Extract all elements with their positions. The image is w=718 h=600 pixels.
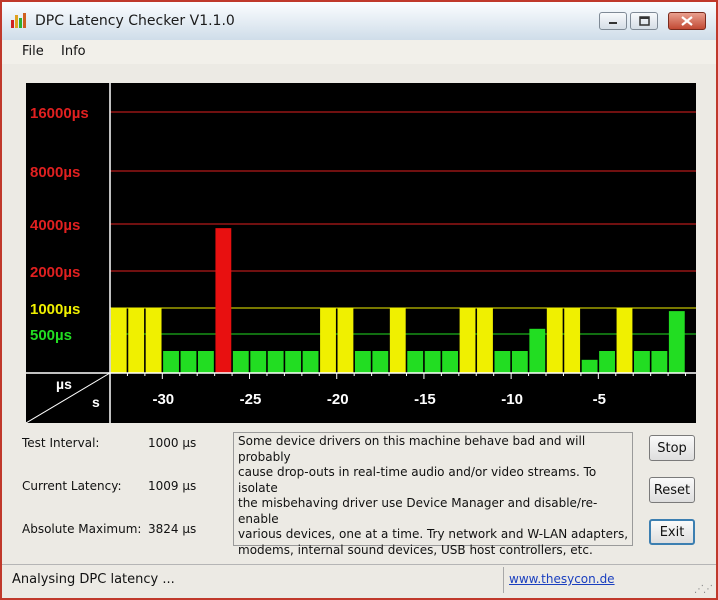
- y-axis-unit-label: µs: [56, 376, 72, 392]
- absolute-maximum-label: Absolute Maximum:: [22, 522, 142, 536]
- latency-bar: [128, 308, 145, 373]
- latency-bar: [232, 351, 249, 373]
- window-title: DPC Latency Checker V1.1.0: [35, 13, 235, 29]
- close-button[interactable]: [668, 12, 706, 30]
- y-tick-label: 8000µs: [30, 164, 80, 181]
- y-tick-label: 16000µs: [30, 105, 89, 122]
- latency-bar: [267, 351, 284, 373]
- latency-bar: [459, 308, 476, 373]
- latency-bar: [110, 308, 127, 373]
- latency-bar: [634, 351, 650, 373]
- x-tick-label: -15: [414, 391, 436, 408]
- latency-bar: [581, 359, 598, 373]
- latency-bar: [564, 308, 581, 373]
- latency-bar: [407, 351, 424, 373]
- latency-bar: [651, 351, 668, 373]
- title-bar[interactable]: DPC Latency Checker V1.1.0: [2, 2, 716, 41]
- latency-bar: [320, 308, 336, 373]
- message-line: Some device drivers on this machine beha…: [238, 434, 586, 464]
- y-tick-label: 500µs: [30, 327, 72, 344]
- x-tick-label: -25: [240, 391, 262, 408]
- test-interval-value: 1000 µs: [148, 436, 197, 450]
- latency-bar: [354, 351, 371, 373]
- resize-grip-icon[interactable]: ⋰⋰: [694, 584, 713, 595]
- message-line: various devices, one at a time. Try netw…: [238, 527, 629, 541]
- y-tick-label: 1000µs: [30, 301, 80, 318]
- latency-bar: [424, 351, 441, 373]
- minimize-button[interactable]: [599, 12, 627, 30]
- latency-bar: [250, 351, 267, 373]
- minimize-icon: [609, 22, 617, 24]
- close-icon: [681, 16, 693, 26]
- absolute-maximum-value: 3824 µs: [148, 522, 197, 536]
- latency-bar: [372, 351, 389, 373]
- message-line: cause drop-outs in real-time audio and/o…: [238, 465, 597, 495]
- latency-bar: [442, 351, 459, 373]
- x-axis-unit-label: s: [92, 394, 100, 410]
- latency-bar: [163, 351, 179, 373]
- y-tick-label: 4000µs: [30, 217, 80, 234]
- x-tick-label: -10: [501, 391, 523, 408]
- status-bar: Analysing DPC latency ... www.thesycon.d…: [2, 564, 716, 597]
- x-tick-label: -20: [327, 391, 349, 408]
- exit-button[interactable]: Exit: [649, 519, 695, 545]
- latency-bar: [599, 351, 615, 373]
- latency-bar: [389, 308, 406, 373]
- stop-button[interactable]: Stop: [649, 435, 695, 461]
- maximize-icon: [639, 16, 650, 26]
- menu-bar: File Info: [2, 40, 716, 64]
- latency-bar: [494, 351, 511, 373]
- latency-bar: [477, 308, 493, 373]
- message-line: modems, internal sound devices, USB host…: [238, 542, 593, 557]
- maximize-button[interactable]: [630, 12, 658, 30]
- latency-bar: [145, 308, 162, 373]
- latency-bar: [180, 351, 197, 373]
- app-window: DPC Latency Checker V1.1.0 File Info 160…: [0, 0, 718, 600]
- y-tick-label: 2000µs: [30, 264, 80, 281]
- latency-bar: [546, 308, 563, 373]
- message-line: the misbehaving driver use Device Manage…: [238, 496, 598, 526]
- latency-bar: [215, 228, 232, 373]
- current-latency-value: 1009 µs: [148, 479, 197, 493]
- latency-bar: [616, 308, 633, 373]
- app-icon: [11, 13, 26, 28]
- status-text: Analysing DPC latency ...: [12, 572, 175, 587]
- info-message-box: Some device drivers on this machine beha…: [233, 432, 633, 557]
- latency-bar: [337, 308, 354, 373]
- x-tick-label: -5: [593, 391, 606, 408]
- x-tick-label: -30: [152, 391, 174, 408]
- website-link[interactable]: www.thesycon.de: [509, 572, 615, 586]
- latency-bar: [529, 328, 546, 373]
- current-latency-label: Current Latency:: [22, 479, 122, 493]
- latency-bar: [198, 351, 214, 373]
- latency-bar: [511, 351, 528, 373]
- test-interval-label: Test Interval:: [22, 436, 100, 450]
- menu-file[interactable]: File: [22, 44, 44, 59]
- latency-chart: 16000µs 8000µs 4000µs 2000µs 1000µs 500µs µs s -…: [26, 83, 696, 423]
- latency-bar: [302, 351, 319, 373]
- status-separator: [503, 567, 504, 593]
- latency-bar: [668, 311, 685, 373]
- reset-button[interactable]: Reset: [649, 477, 695, 503]
- latency-bar: [285, 351, 302, 373]
- menu-info[interactable]: Info: [61, 44, 86, 59]
